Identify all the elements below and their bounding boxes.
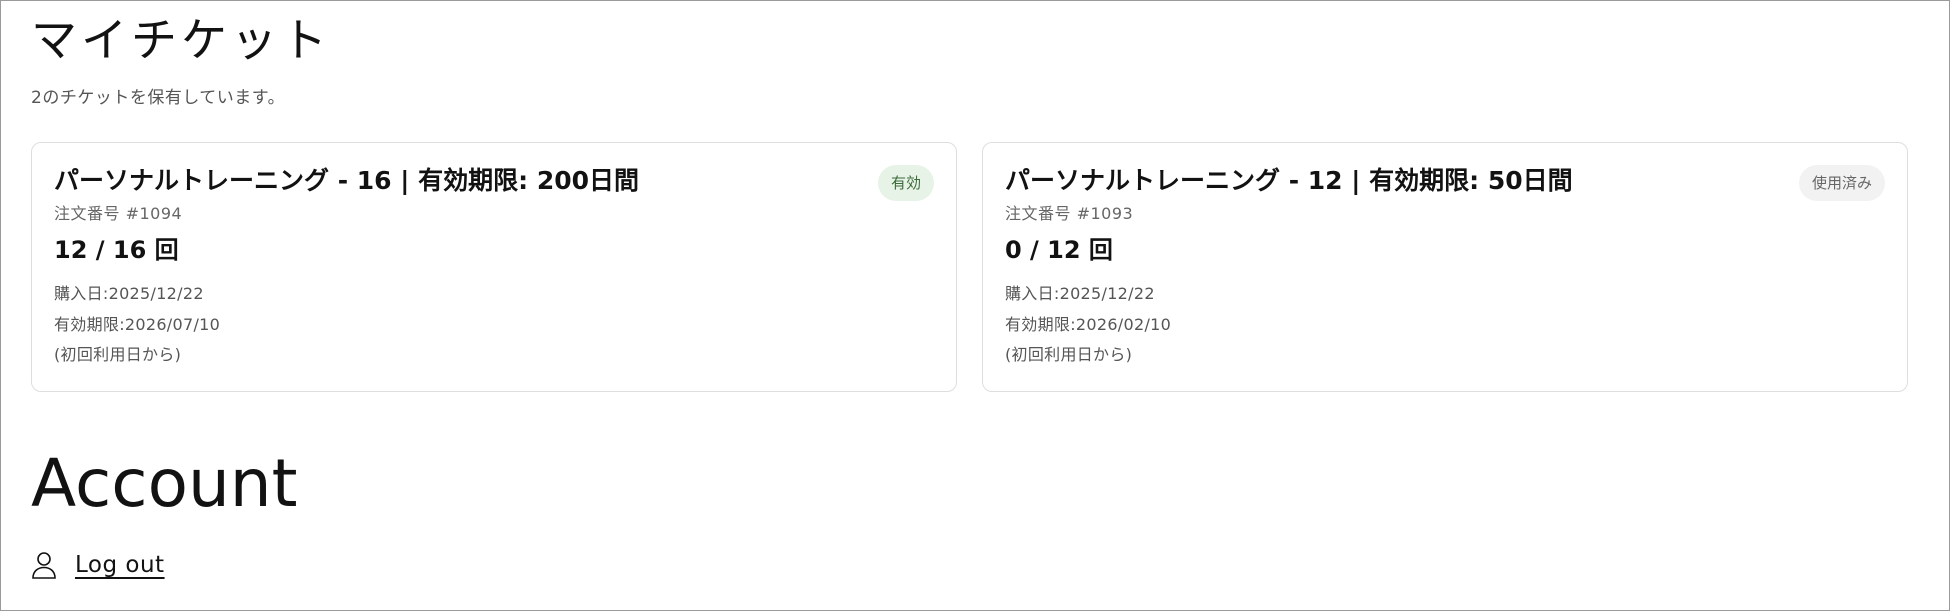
ticket-name: パーソナルトレーニング - 16 | 有効期限: 200日間 <box>54 166 639 195</box>
status-badge-used: 使用済み <box>1798 165 1885 201</box>
logout-link[interactable]: Log out <box>31 550 165 580</box>
expiry-note: (初回利用日から) <box>1005 345 1133 364</box>
logout-label[interactable]: Log out <box>75 550 165 580</box>
usage-count: 12 / 16 回 <box>54 236 179 264</box>
ticket-card: パーソナルトレーニング - 12 | 有効期限: 50日間 使用済み 注文番号 … <box>982 142 1908 392</box>
expiry-date: 有効期限:2026/02/10 <box>1005 315 1172 334</box>
status-badge-active: 有効 <box>877 165 934 201</box>
usage-count: 0 / 12 回 <box>1005 236 1113 264</box>
ticket-name: パーソナルトレーニング - 12 | 有効期限: 50日間 <box>1005 166 1573 195</box>
user-icon <box>31 551 57 579</box>
ticket-card: パーソナルトレーニング - 16 | 有効期限: 200日間 有効 注文番号 #… <box>31 142 957 392</box>
ticket-count-text: 2のチケットを保有しています。 <box>31 88 286 108</box>
account-title: Account <box>31 445 298 522</box>
purchase-date: 購入日:2025/12/22 <box>54 284 204 303</box>
expiry-date: 有効期限:2026/07/10 <box>54 315 221 334</box>
expiry-note: (初回利用日から) <box>54 345 182 364</box>
page-title: マイチケット <box>31 13 331 67</box>
order-number: 注文番号 #1093 <box>1005 204 1134 223</box>
purchase-date: 購入日:2025/12/22 <box>1005 284 1155 303</box>
order-number: 注文番号 #1094 <box>54 204 183 223</box>
